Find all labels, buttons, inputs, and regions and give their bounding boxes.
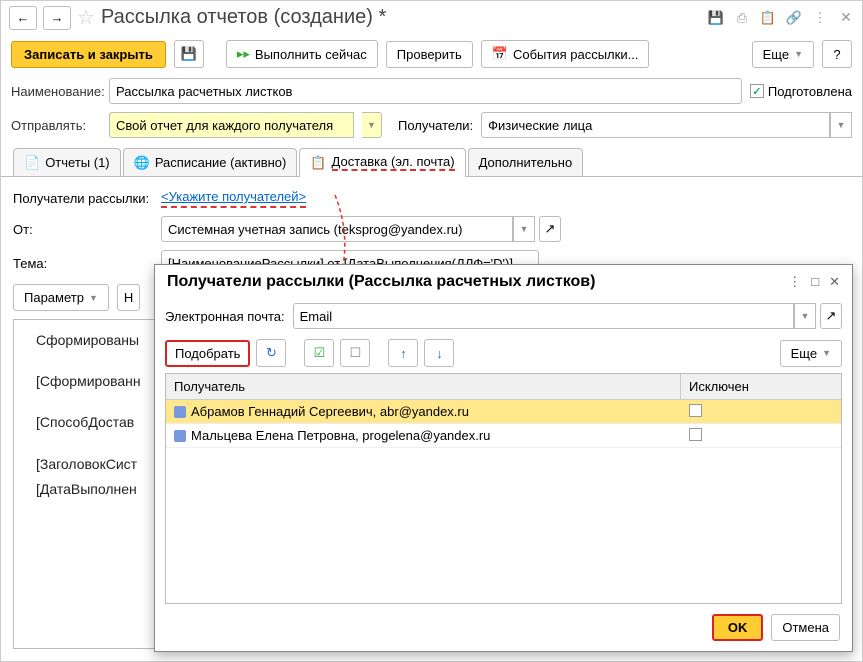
tab-delivery[interactable]: 📋 Доставка (эл. почта) <box>299 148 465 176</box>
excluded-checkbox[interactable] <box>689 404 702 417</box>
delivery-recipients-label: Получатели рассылки: <box>13 191 153 206</box>
from-dropdown[interactable]: ▼ <box>513 216 535 242</box>
parameter-button[interactable]: Параметр ▼ <box>13 284 109 311</box>
cancel-button[interactable]: Отмена <box>771 614 840 641</box>
select-button[interactable]: Подобрать <box>165 340 250 367</box>
check-button[interactable]: Проверить <box>386 41 473 68</box>
email-label: Электронная почта: <box>165 309 285 324</box>
close-icon[interactable]: ✕ <box>838 10 854 26</box>
email-open-button[interactable]: ↗ <box>820 303 842 329</box>
email-dropdown[interactable]: ▼ <box>794 303 816 329</box>
name-input[interactable] <box>109 78 742 104</box>
favorite-icon[interactable]: ☆ <box>77 5 95 30</box>
from-label: От: <box>13 222 153 237</box>
save-button[interactable]: 💾 <box>174 40 204 68</box>
help-button[interactable]: ? <box>822 40 852 68</box>
modal-maximize-icon[interactable]: □ <box>811 274 819 290</box>
refresh-button[interactable]: ↻ <box>256 339 286 367</box>
report-icon: 📄 <box>24 155 40 171</box>
tab-additional[interactable]: Дополнительно <box>468 148 584 176</box>
prepared-checkbox[interactable]: ✓ Подготовлена <box>750 84 852 99</box>
events-button[interactable]: 📅 События рассылки... <box>481 40 650 68</box>
check-icon: ✓ <box>750 84 764 98</box>
modal-menu-icon[interactable]: ⋮ <box>788 274 801 290</box>
col-recipient[interactable]: Получатель <box>166 374 681 399</box>
recipients-type-dropdown[interactable]: ▼ <box>830 112 852 138</box>
recipients-type-input[interactable] <box>481 112 830 138</box>
tab-reports[interactable]: 📄 Отчеты (1) <box>13 148 121 176</box>
recipients-table: Получатель Исключен Абрамов Геннадий Сер… <box>165 373 842 604</box>
back-button[interactable]: ← <box>9 6 37 30</box>
link-icon[interactable]: 🔗 <box>786 10 802 26</box>
ok-button[interactable]: OK <box>712 614 764 641</box>
col-excluded[interactable]: Исключен <box>681 374 841 399</box>
from-input[interactable] <box>161 216 513 242</box>
table-row[interactable]: Мальцева Елена Петровна, progelena@yande… <box>166 424 841 448</box>
calendar-icon: 📅 <box>492 46 508 62</box>
from-open-button[interactable]: ↗ <box>539 216 561 242</box>
subject-label: Тема: <box>13 256 153 271</box>
recipients-type-label: Получатели: <box>398 118 473 133</box>
recipients-modal: Получатели рассылки (Рассылка расчетных … <box>154 264 853 652</box>
globe-icon: 🌐 <box>134 155 150 171</box>
person-icon <box>174 406 186 418</box>
name-label: Наименование: <box>11 84 101 99</box>
more-button[interactable]: Еще ▼ <box>752 41 814 68</box>
table-row[interactable]: Абрамов Геннадий Сергеевич, abr@yandex.r… <box>166 400 841 424</box>
move-down-button[interactable]: ↓ <box>424 339 454 367</box>
save-close-button[interactable]: Записать и закрыть <box>11 41 166 68</box>
send-input[interactable] <box>109 112 354 138</box>
send-label: Отправлять: <box>11 118 101 133</box>
excluded-checkbox[interactable] <box>689 428 702 441</box>
recipients-link[interactable]: <Укажите получателей> <box>161 189 306 208</box>
copy-icon[interactable]: 📋 <box>760 10 776 26</box>
check-all-button[interactable]: ☑ <box>304 339 334 367</box>
uncheck-all-button[interactable]: ☐ <box>340 339 370 367</box>
menu-icon[interactable]: ⋮ <box>812 10 828 26</box>
modal-more-button[interactable]: Еще ▼ <box>780 340 842 367</box>
html-button[interactable]: H <box>117 284 140 311</box>
window-title: Рассылка отчетов (создание) * <box>101 6 702 29</box>
send-dropdown[interactable]: ▼ <box>362 112 382 138</box>
forward-button[interactable]: → <box>43 6 71 30</box>
modal-title: Получатели рассылки (Рассылка расчетных … <box>167 273 788 291</box>
email-input[interactable] <box>293 303 794 329</box>
modal-close-icon[interactable]: ✕ <box>829 274 840 290</box>
play-icon: ▸▸ <box>237 46 250 62</box>
move-up-button[interactable]: ↑ <box>388 339 418 367</box>
save-icon[interactable]: 💾 <box>708 10 724 26</box>
file-icon: 📋 <box>310 155 326 171</box>
tab-schedule[interactable]: 🌐 Расписание (активно) <box>123 148 298 176</box>
person-icon <box>174 430 186 442</box>
print-icon[interactable]: ⎙ <box>734 10 750 26</box>
execute-button[interactable]: ▸▸ Выполнить сейчас <box>226 40 378 68</box>
